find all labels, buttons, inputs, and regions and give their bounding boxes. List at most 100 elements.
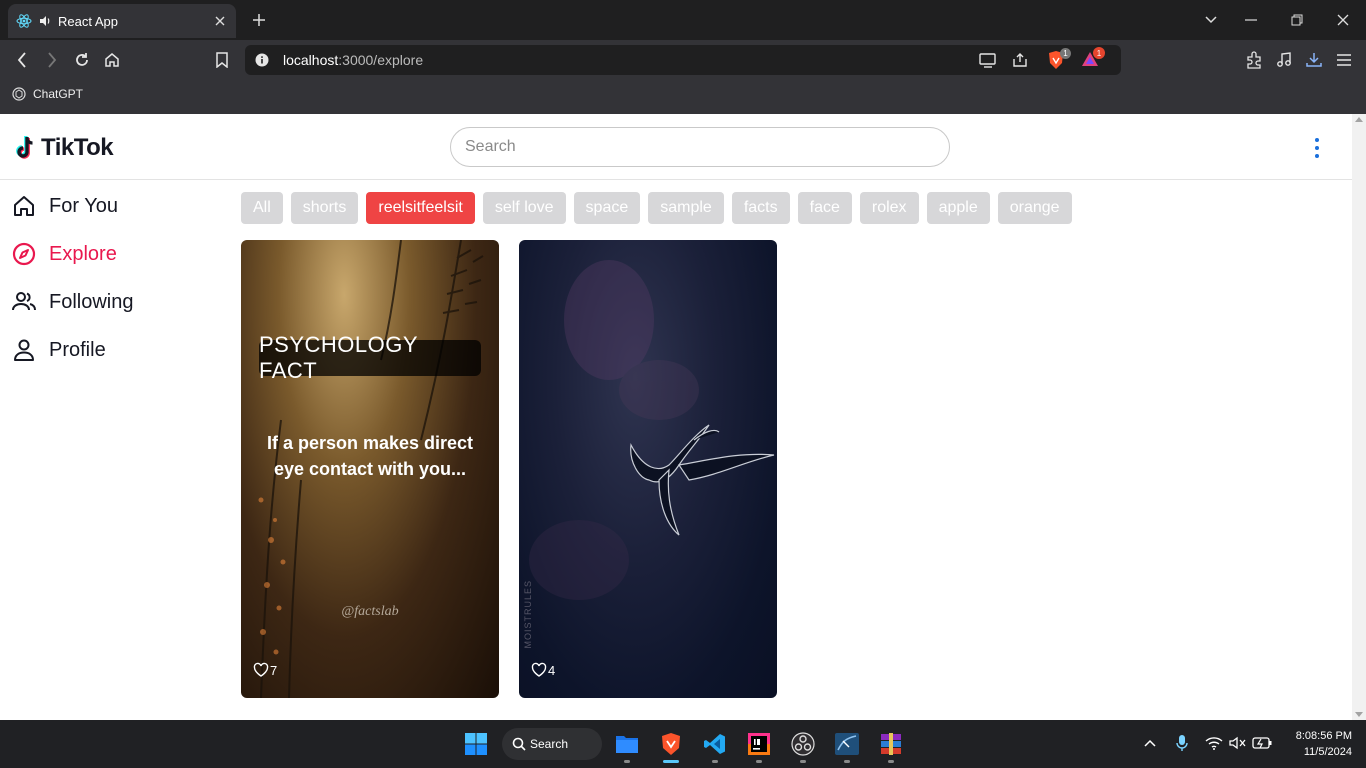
running-indicator xyxy=(624,760,630,763)
users-icon xyxy=(12,290,36,314)
downloads-icon[interactable] xyxy=(1304,50,1324,70)
scroll-down-arrow-icon[interactable] xyxy=(1355,712,1363,717)
bookmarks-bar: ChatGPT xyxy=(0,80,1366,114)
app-header: TikTok xyxy=(0,114,1352,180)
running-indicator xyxy=(800,760,806,763)
running-indicator xyxy=(712,760,718,763)
new-tab-button[interactable] xyxy=(249,10,269,30)
chip-rolex[interactable]: rolex xyxy=(859,192,919,224)
more-options-icon[interactable] xyxy=(1310,138,1324,158)
obs-icon[interactable] xyxy=(789,730,817,758)
category-chips: All shorts reelsitfeelsit self love spac… xyxy=(241,192,1072,224)
like-count-value: 7 xyxy=(270,662,278,678)
logo-text: TikTok xyxy=(41,134,114,161)
openai-icon xyxy=(12,87,26,101)
nav-label: For You xyxy=(49,194,118,217)
taskbar-search-label: Search xyxy=(530,737,569,751)
close-tab-icon[interactable] xyxy=(212,13,228,29)
audio-playing-icon[interactable] xyxy=(38,14,52,28)
restore-icon[interactable] xyxy=(1286,9,1308,31)
like-count-value: 4 xyxy=(548,662,556,678)
browser-tab[interactable]: React App xyxy=(8,4,236,38)
mysql-workbench-icon[interactable] xyxy=(833,730,861,758)
home-icon xyxy=(12,194,36,218)
extensions-icon[interactable] xyxy=(1244,50,1264,70)
chip-reelsitfeelsit[interactable]: reelsitfeelsit xyxy=(366,192,475,224)
tiktok-logo[interactable]: TikTok xyxy=(14,134,114,162)
home-browser-icon[interactable] xyxy=(102,50,122,70)
heart-icon xyxy=(531,662,547,678)
media-icon[interactable] xyxy=(1274,50,1294,70)
reload-icon[interactable] xyxy=(72,50,92,70)
video-overlay-title: PSYCHOLOGY FACT xyxy=(259,332,481,383)
nav-item-for-you[interactable]: For You xyxy=(12,191,118,221)
video-watermark: @factslab xyxy=(341,604,399,619)
browser-tab-strip: React App xyxy=(0,0,1366,40)
video-card[interactable]: MOISTRULES 4 xyxy=(519,240,777,698)
chip-apple[interactable]: apple xyxy=(926,192,990,224)
video-caption: If a person makes direct eye contact wit… xyxy=(266,433,474,479)
chip-shorts[interactable]: shorts xyxy=(290,192,359,224)
brave-shields-icon[interactable]: 1 xyxy=(1047,48,1071,70)
winrar-icon[interactable] xyxy=(877,730,905,758)
taskbar-search[interactable]: Search xyxy=(502,728,602,760)
compass-icon xyxy=(12,242,36,266)
nav-item-explore[interactable]: Explore xyxy=(12,239,117,269)
rewards-badge: 1 xyxy=(1093,47,1105,59)
video-card[interactable]: PSYCHOLOGY FACT If a person makes direct… xyxy=(241,240,499,698)
like-count[interactable]: 7 xyxy=(253,662,277,678)
windows-start-icon[interactable] xyxy=(462,730,490,758)
share-icon[interactable] xyxy=(1012,52,1028,68)
like-count[interactable]: 4 xyxy=(531,662,555,678)
tiktok-note-icon xyxy=(14,135,38,161)
minimize-icon[interactable] xyxy=(1240,9,1262,31)
volume-muted-icon[interactable] xyxy=(1228,732,1248,754)
running-indicator xyxy=(756,760,762,763)
search-input[interactable] xyxy=(450,127,950,167)
brave-rewards-icon[interactable]: 1 xyxy=(1081,47,1105,70)
tab-title: React App xyxy=(58,13,118,29)
site-info-icon[interactable] xyxy=(255,53,269,67)
shields-badge: 1 xyxy=(1060,48,1071,59)
page-scrollbar[interactable] xyxy=(1352,114,1366,720)
file-explorer-icon[interactable] xyxy=(613,730,641,758)
user-icon xyxy=(12,338,36,362)
chip-space[interactable]: space xyxy=(573,192,641,224)
taskbar-clock[interactable]: 8:08:56 PM 11/5/2024 xyxy=(1282,728,1352,760)
address-bar[interactable]: localhost:3000/explore 1 1 xyxy=(245,45,1121,75)
chip-face[interactable]: face xyxy=(797,192,852,224)
brave-browser-icon[interactable] xyxy=(657,730,685,758)
bookmark-chatgpt[interactable]: ChatGPT xyxy=(12,87,83,101)
chip-facts[interactable]: facts xyxy=(731,192,790,224)
running-indicator xyxy=(888,760,894,763)
url-host: localhost xyxy=(283,52,339,68)
close-window-icon[interactable] xyxy=(1332,9,1354,31)
react-favicon-icon xyxy=(16,13,32,29)
search-icon xyxy=(512,737,526,751)
battery-icon[interactable] xyxy=(1252,732,1272,754)
scroll-up-arrow-icon[interactable] xyxy=(1355,117,1363,122)
kebab-dot xyxy=(1315,154,1319,158)
url-text[interactable]: localhost:3000/explore xyxy=(283,52,423,68)
chip-all[interactable]: All xyxy=(241,192,283,224)
back-icon[interactable] xyxy=(12,50,32,70)
clock-date: 11/5/2024 xyxy=(1303,746,1352,758)
microphone-icon[interactable] xyxy=(1172,732,1192,754)
intellij-icon[interactable] xyxy=(745,730,773,758)
nav-label: Following xyxy=(49,290,134,313)
forward-icon[interactable] xyxy=(42,50,62,70)
show-hidden-icons-chevron-icon[interactable] xyxy=(1140,732,1160,754)
cast-icon[interactable] xyxy=(979,52,997,68)
nav-item-profile[interactable]: Profile xyxy=(12,335,106,365)
chip-self-love[interactable]: self love xyxy=(482,192,566,224)
tab-search-chevron-icon[interactable] xyxy=(1200,9,1222,31)
nav-item-following[interactable]: Following xyxy=(12,287,133,317)
chip-orange[interactable]: orange xyxy=(997,192,1072,224)
wifi-icon[interactable] xyxy=(1204,732,1224,754)
chip-sample[interactable]: sample xyxy=(648,192,724,224)
bookmark-icon[interactable] xyxy=(212,50,232,70)
video-thumbnail-bird xyxy=(529,260,775,600)
vscode-icon[interactable] xyxy=(701,730,729,758)
menu-icon[interactable] xyxy=(1334,50,1354,70)
url-path: :3000/explore xyxy=(338,52,424,68)
